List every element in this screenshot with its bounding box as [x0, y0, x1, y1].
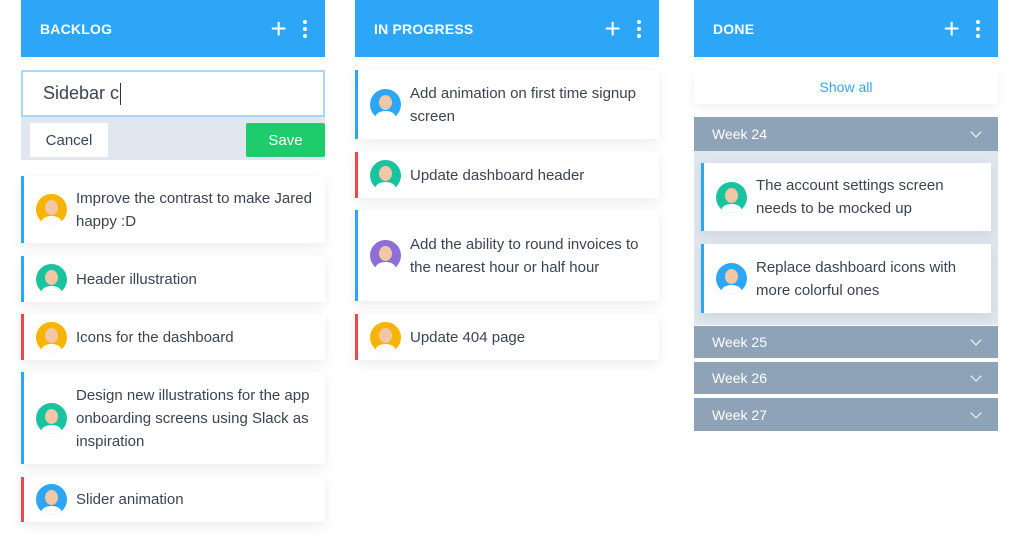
- task-card[interactable]: Add animation on first time signup scree…: [355, 70, 659, 139]
- chevron-down-icon: [970, 334, 982, 346]
- column-backlog: BACKLOG + Sidebar c Cancel Save Improve …: [21, 0, 325, 522]
- cancel-button[interactable]: Cancel: [30, 123, 108, 157]
- text-caret: [120, 82, 122, 105]
- week-label: Week 26: [712, 370, 767, 386]
- avatar: [370, 240, 401, 271]
- avatar: [370, 89, 401, 120]
- column-in-progress: IN PROGRESS + Add animation on first tim…: [355, 0, 659, 360]
- column-header: DONE +: [694, 0, 998, 57]
- card-text: Add animation on first time signup scree…: [410, 84, 636, 125]
- column-done: DONE + Show all Week 24 The account sett…: [694, 0, 998, 431]
- task-card[interactable]: Update dashboard header: [355, 152, 659, 198]
- card-text: Icons for the dashboard: [76, 328, 234, 346]
- more-vertical-icon[interactable]: [303, 19, 307, 38]
- show-all-button[interactable]: Show all: [694, 70, 998, 104]
- column-header: IN PROGRESS +: [355, 0, 659, 57]
- task-card[interactable]: The account settings screen needs to be …: [701, 163, 991, 231]
- card-text: Design new illustrations for the app onb…: [76, 386, 310, 450]
- plus-icon[interactable]: +: [943, 14, 960, 43]
- avatar: [716, 181, 747, 213]
- card-text: Replace dashboard icons with more colorf…: [756, 258, 957, 299]
- card-text: Update 404 page: [410, 328, 526, 346]
- week-label: Week 25: [712, 334, 767, 350]
- avatar: [36, 263, 67, 295]
- chevron-down-icon: [970, 126, 982, 138]
- card-text: Header illustration: [76, 270, 197, 288]
- week-header-27[interactable]: Week 27: [694, 398, 998, 431]
- card-text: Add the ability to round invoices to the…: [410, 235, 639, 276]
- week-24-cards: The account settings screen needs to be …: [694, 151, 998, 325]
- task-card[interactable]: Icons for the dashboard: [21, 314, 325, 360]
- avatar: [36, 402, 67, 434]
- more-vertical-icon[interactable]: [976, 19, 980, 38]
- task-card[interactable]: Header illustration: [21, 256, 325, 302]
- task-card[interactable]: Slider animation: [21, 477, 325, 522]
- task-card[interactable]: Design new illustrations for the app onb…: [21, 372, 325, 464]
- week-header-26[interactable]: Week 26: [694, 362, 998, 394]
- avatar: [36, 321, 67, 353]
- avatar: [716, 263, 747, 294]
- card-text: Slider animation: [76, 491, 184, 508]
- task-card[interactable]: Improve the contrast to make Jared happy…: [21, 176, 325, 243]
- column-header: BACKLOG +: [21, 0, 325, 57]
- avatar: [370, 159, 401, 191]
- card-text: The account settings screen needs to be …: [756, 177, 944, 217]
- chevron-down-icon: [970, 370, 982, 382]
- card-text: Improve the contrast to make Jared happy…: [76, 189, 312, 230]
- chevron-down-icon: [970, 406, 982, 419]
- column-title: BACKLOG: [40, 20, 113, 37]
- task-card[interactable]: Add the ability to round invoices to the…: [355, 210, 659, 301]
- new-card-actions: Cancel Save: [21, 117, 325, 160]
- week-label: Week 27: [712, 406, 767, 423]
- week-header-24[interactable]: Week 24: [694, 117, 998, 151]
- more-vertical-icon[interactable]: [637, 19, 641, 38]
- card-text: Update dashboard header: [410, 166, 585, 184]
- week-label: Week 24: [712, 126, 767, 142]
- avatar: [370, 321, 401, 353]
- week-header-25[interactable]: Week 25: [694, 326, 998, 358]
- avatar: [36, 194, 67, 225]
- plus-icon[interactable]: +: [604, 14, 621, 43]
- input-value: Sidebar c: [43, 83, 120, 103]
- column-title: DONE: [713, 20, 755, 37]
- task-card[interactable]: Replace dashboard icons with more colorf…: [701, 244, 991, 313]
- plus-icon[interactable]: +: [270, 14, 287, 43]
- new-card-input[interactable]: Sidebar c: [21, 70, 325, 117]
- column-title: IN PROGRESS: [374, 20, 474, 37]
- task-card[interactable]: Update 404 page: [355, 314, 659, 360]
- save-button[interactable]: Save: [246, 123, 325, 157]
- avatar: [36, 484, 67, 515]
